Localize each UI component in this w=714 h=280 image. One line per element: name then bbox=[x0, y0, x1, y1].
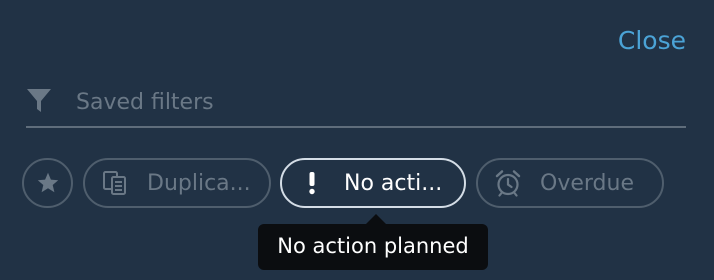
alarm-clock-icon bbox=[494, 169, 522, 197]
tooltip: No action planned bbox=[258, 224, 488, 270]
duplicate-icon bbox=[101, 169, 129, 197]
filter-duplicate-button[interactable]: Duplica... bbox=[83, 158, 271, 208]
filter-no-action-label: No acti... bbox=[344, 170, 443, 196]
filter-overdue-button[interactable]: Overdue bbox=[476, 158, 664, 208]
saved-filters-input[interactable] bbox=[76, 82, 676, 122]
filter-duplicate-label: Duplica... bbox=[147, 170, 251, 196]
starred-filter-button[interactable] bbox=[22, 158, 73, 208]
star-icon bbox=[34, 169, 62, 197]
tooltip-arrow bbox=[366, 214, 386, 224]
exclamation-icon bbox=[298, 169, 326, 197]
filter-icon bbox=[26, 88, 52, 114]
saved-filters-search bbox=[26, 82, 686, 128]
filter-overdue-label: Overdue bbox=[540, 170, 634, 196]
close-link[interactable]: Close bbox=[618, 26, 686, 56]
filter-no-action-button[interactable]: No acti... bbox=[280, 158, 466, 208]
